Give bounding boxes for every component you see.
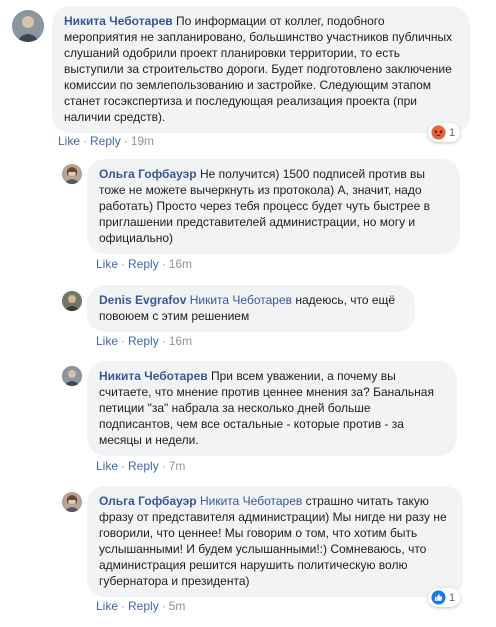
- like-link[interactable]: Like: [58, 134, 80, 148]
- person-photo-icon: [62, 164, 82, 184]
- reaction-badge[interactable]: 1: [428, 588, 461, 607]
- separator: ·: [121, 599, 126, 613]
- avatar-nikita[interactable]: [12, 10, 44, 42]
- comment-actions: Like · Reply · 16m: [96, 334, 192, 348]
- like-link[interactable]: Like: [96, 257, 118, 271]
- reply-link[interactable]: Reply: [128, 599, 159, 613]
- comment-actions: Like · Reply · 19m: [58, 134, 154, 148]
- comment-author[interactable]: Ольга Гофбауэр: [99, 167, 197, 181]
- avatar-denis[interactable]: [62, 291, 82, 311]
- reply-link[interactable]: Reply: [128, 334, 159, 348]
- comment-author[interactable]: Ольга Гофбауэр: [99, 494, 197, 508]
- comment-text: страшно читать такую фразу от представит…: [99, 494, 447, 588]
- avatar-olga[interactable]: [62, 492, 82, 512]
- comment-author[interactable]: Никита Чеботарев: [99, 369, 208, 383]
- comment-bubble: Ольга Гофбауэр Не получится) 1500 подпис…: [87, 159, 460, 254]
- reply-link[interactable]: Reply: [128, 257, 159, 271]
- comment-bubble: Никита Чеботарев По информации от коллег…: [52, 6, 470, 133]
- separator: ·: [161, 334, 166, 348]
- comment-timestamp[interactable]: 7m: [169, 459, 186, 473]
- separator: ·: [121, 459, 126, 473]
- separator: ·: [121, 257, 126, 271]
- person-photo-icon: [62, 291, 82, 311]
- comment-text: По информации от коллег, подобного мероп…: [64, 14, 453, 124]
- person-photo-icon: [62, 492, 82, 512]
- comment-actions: Like · Reply · 7m: [96, 459, 185, 473]
- comment-author[interactable]: Никита Чеботарев: [64, 14, 173, 28]
- comment-timestamp[interactable]: 5m: [169, 599, 186, 613]
- reaction-badge[interactable]: 1: [428, 123, 461, 142]
- separator: ·: [83, 134, 88, 148]
- reply-link[interactable]: Reply: [128, 459, 159, 473]
- comment-bubble: Denis Evgrafov Никита Чеботарев надеюсь,…: [87, 285, 415, 332]
- reply-link[interactable]: Reply: [90, 134, 121, 148]
- separator: ·: [161, 599, 166, 613]
- reaction-count: 1: [449, 591, 456, 604]
- comment-mention[interactable]: Никита Чеботарев: [200, 494, 302, 508]
- separator: ·: [161, 257, 166, 271]
- comment-timestamp[interactable]: 16m: [169, 257, 192, 271]
- comment-bubble: Никита Чеботарев При всем уважении, а по…: [87, 361, 457, 456]
- like-link[interactable]: Like: [96, 334, 118, 348]
- angry-icon: [431, 125, 446, 140]
- comment-author[interactable]: Denis Evgrafov: [99, 293, 186, 307]
- comment-actions: Like · Reply · 16m: [96, 257, 192, 271]
- like-link[interactable]: Like: [96, 599, 118, 613]
- separator: ·: [161, 459, 166, 473]
- avatar-olga[interactable]: [62, 164, 82, 184]
- like-icon: [431, 590, 446, 605]
- comment-mention[interactable]: Никита Чеботарев: [190, 293, 292, 307]
- comment-timestamp[interactable]: 19m: [131, 134, 154, 148]
- separator: ·: [121, 334, 126, 348]
- comment-actions: Like · Reply · 5m: [96, 599, 185, 613]
- separator: ·: [123, 134, 128, 148]
- like-link[interactable]: Like: [96, 459, 118, 473]
- person-photo-icon: [12, 10, 44, 42]
- avatar-nikita[interactable]: [62, 366, 82, 386]
- comment-timestamp[interactable]: 16m: [169, 334, 192, 348]
- comment-bubble: Ольга Гофбауэр Никита Чеботарев страшно …: [87, 486, 463, 597]
- reaction-count: 1: [449, 126, 456, 139]
- person-photo-icon: [62, 366, 82, 386]
